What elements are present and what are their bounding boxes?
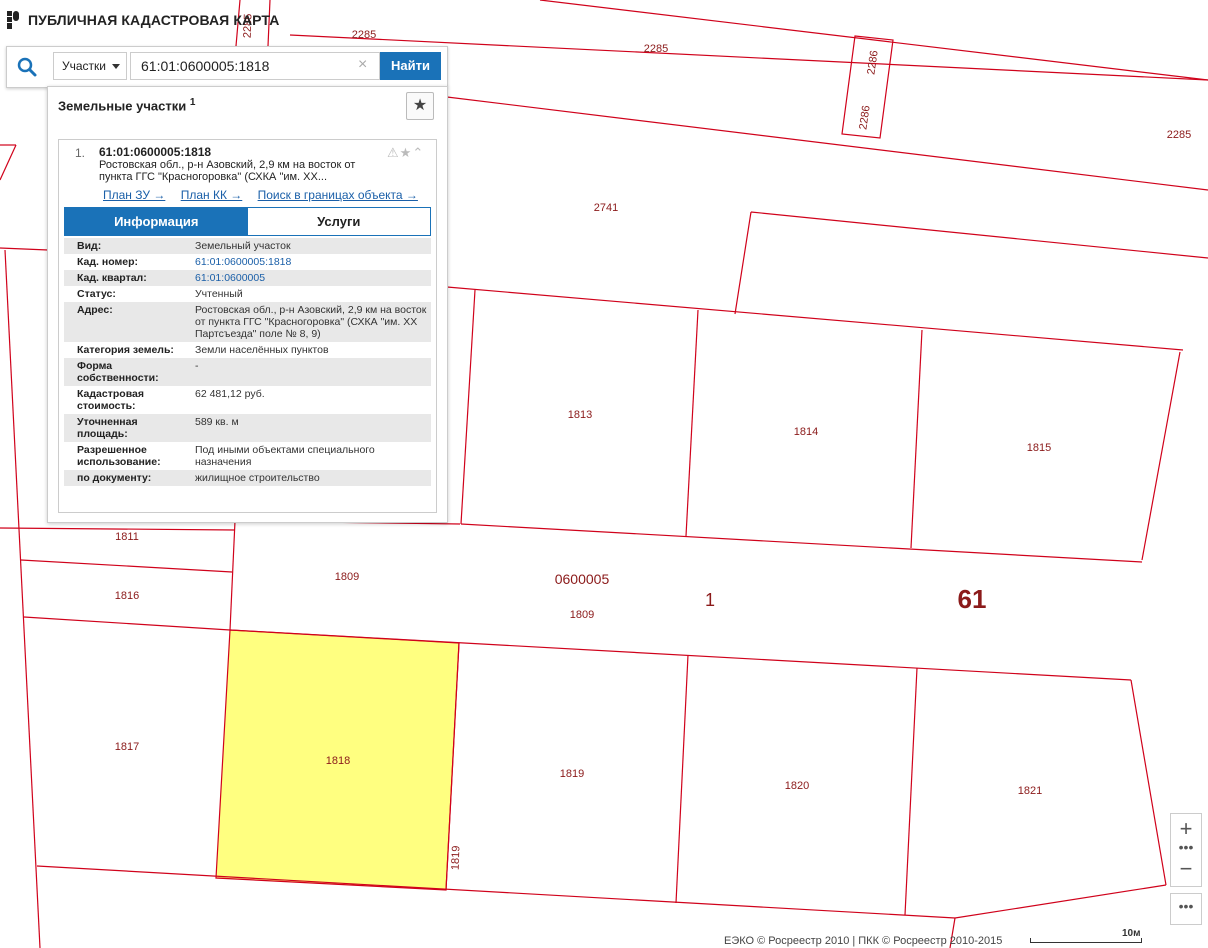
plan-kk-link[interactable]: План КК → xyxy=(181,188,243,202)
row-key: Статус: xyxy=(77,288,116,300)
parcel-label: 1821 xyxy=(1018,785,1042,797)
parcel-label: 1820 xyxy=(785,780,809,792)
row-key: Кад. квартал: xyxy=(77,272,147,284)
table-row: Статус: Учтенный xyxy=(64,286,431,302)
app-header: ПУБЛИЧНАЯ КАДАСТРОВАЯ КАРТА xyxy=(6,10,279,30)
more-options-button[interactable]: ••• xyxy=(1170,893,1202,925)
search-bar: Участки × Найти xyxy=(6,46,448,88)
find-button[interactable]: Найти xyxy=(380,52,441,80)
table-row: Форма собственности: - xyxy=(64,358,431,386)
tab-services[interactable]: Услуги xyxy=(247,208,430,235)
row-key: Адрес: xyxy=(77,304,113,316)
parcel-label: 1814 xyxy=(794,426,818,438)
clear-icon[interactable]: × xyxy=(358,56,367,74)
result-card[interactable]: 1. 61:01:0600005:1818 ⚠★⌃ Ростовская обл… xyxy=(58,139,437,513)
row-value: жилищное строительство xyxy=(195,472,320,484)
row-key: Форма собственности: xyxy=(77,360,159,384)
table-row: Разрешенное использование: Под иными объе… xyxy=(64,442,431,470)
table-row: Категория земель: Земли населённых пункто… xyxy=(64,342,431,358)
zoom-out-button[interactable]: − xyxy=(1171,856,1201,886)
table-row: Кадастровая стоимость: 62 481,12 руб. xyxy=(64,386,431,414)
parcel-label: 1816 xyxy=(115,590,139,602)
parcel-label-rotated: 2286 xyxy=(857,105,872,131)
zoom-slider-handle[interactable]: ••• xyxy=(1171,840,1201,856)
parcel-label: 1819 xyxy=(560,768,584,780)
table-row: Адрес: Ростовская обл., р-н Азовский, 2,9… xyxy=(64,302,431,342)
panel-title: Земельные участки 1 xyxy=(58,97,195,113)
row-key: Вид: xyxy=(77,240,102,252)
parcel-label: 2285 xyxy=(352,29,376,41)
parcel-label: 1811 xyxy=(115,531,139,543)
result-cad-number: 61:01:0600005:1818 xyxy=(99,145,212,159)
parcel-label: 2285 xyxy=(1167,129,1191,141)
table-row: Кад. номер: 61:01:0600005:1818 xyxy=(64,254,431,270)
result-count: 1 xyxy=(189,97,196,108)
search-input[interactable] xyxy=(130,52,380,80)
chevron-up-icon[interactable]: ⌃ xyxy=(412,145,424,160)
favorites-button[interactable]: ★ xyxy=(406,92,434,120)
logo-icon xyxy=(7,11,19,29)
app-title: ПУБЛИЧНАЯ КАДАСТРОВАЯ КАРТА xyxy=(28,12,280,28)
parcel-label: 1815 xyxy=(1027,442,1051,454)
row-value: Ростовская обл., р-н Азовский, 2,9 км на… xyxy=(195,304,427,340)
cad-quarter-link[interactable]: 61:01:0600005 xyxy=(189,270,431,286)
info-table: Вид: Земельный участок Кад. номер: 61:01:0… xyxy=(64,238,431,486)
cad-number-link[interactable]: 61:01:0600005:1818 xyxy=(189,254,431,270)
area-label: 1 xyxy=(705,590,715,610)
result-address: Ростовская обл., р-н Азовский, 2,9 км на… xyxy=(99,159,356,183)
parcel-label-rotated: 1819 xyxy=(450,845,463,870)
row-key: Категория земель: xyxy=(77,344,174,356)
table-row: Кад. квартал: 61:01:0600005 xyxy=(64,270,431,286)
zoom-control: + ••• − xyxy=(1170,813,1202,887)
row-key: Кадастровая стоимость: xyxy=(77,388,144,412)
parcel-label-rotated: 2286 xyxy=(865,50,880,76)
parcel-label: 1817 xyxy=(115,741,139,753)
row-value: Учтенный xyxy=(195,288,243,300)
row-value: - xyxy=(195,360,199,372)
table-row: по документу: жилищное строительство xyxy=(64,470,431,486)
row-key: по документу: xyxy=(77,472,152,484)
object-type-select[interactable]: Участки xyxy=(53,52,127,80)
card-actions: ⚠★⌃ xyxy=(387,145,424,161)
search-in-bounds-link[interactable]: Поиск в границах объекта → xyxy=(258,188,418,202)
card-tabs: Информация Услуги xyxy=(64,207,431,236)
row-key: Кад. номер: xyxy=(77,256,139,268)
quarter-label: 0600005 xyxy=(555,571,610,587)
scale-bar xyxy=(1030,938,1142,943)
result-index: 1. xyxy=(75,146,86,160)
star-icon: ★ xyxy=(412,97,428,114)
row-value: 589 кв. м xyxy=(195,416,239,428)
region-label: 61 xyxy=(958,584,987,614)
parcel-label: 2285 xyxy=(644,43,668,55)
parcel-label: 1813 xyxy=(568,409,592,421)
parcel-label: 2741 xyxy=(594,202,618,214)
star-icon[interactable]: ★ xyxy=(400,145,413,160)
object-type-value: Участки xyxy=(62,59,106,73)
chevron-down-icon xyxy=(112,64,120,69)
plan-zu-link[interactable]: План ЗУ → xyxy=(103,188,165,202)
parcel-label: 1818 xyxy=(326,755,350,767)
search-icon[interactable] xyxy=(15,55,39,79)
attribution: ЕЭКО © Росреестр 2010 | ПКК © Росреестр … xyxy=(724,935,1003,947)
card-links: План ЗУ → План КК → Поиск в границах объ… xyxy=(103,188,430,202)
row-key: Разрешенное использование: xyxy=(77,444,161,468)
row-value: Земли населённых пунктов xyxy=(195,344,329,356)
tab-info[interactable]: Информация xyxy=(65,208,248,235)
row-value: Под иными объектами специального назначе… xyxy=(195,444,375,468)
parcel-label: 1809 xyxy=(570,609,594,621)
parcel-label: 1809 xyxy=(335,571,359,583)
warning-icon[interactable]: ⚠ xyxy=(387,145,400,160)
table-row: Вид: Земельный участок xyxy=(64,238,431,254)
panel-title-text: Земельные участки xyxy=(58,98,187,114)
table-row: Уточненная площадь: 589 кв. м xyxy=(64,414,431,442)
results-panel: Земельные участки 1 ★ 1. 61:01:0600005:1… xyxy=(47,86,448,523)
row-value: 62 481,12 руб. xyxy=(195,388,265,400)
row-value: Земельный участок xyxy=(195,240,291,252)
row-key: Уточненная площадь: xyxy=(77,416,138,440)
